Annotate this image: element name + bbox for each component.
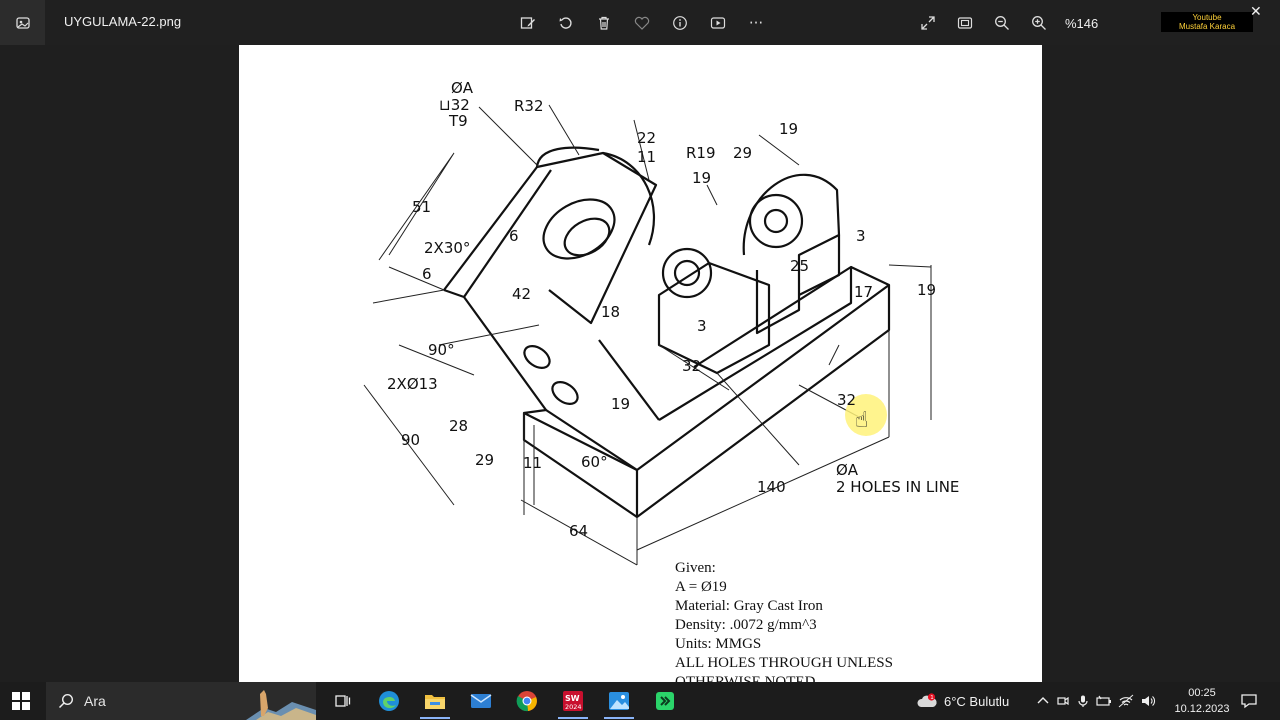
svg-text:SW: SW xyxy=(565,694,580,703)
dim-19-mid: 19 xyxy=(692,169,711,187)
edge-icon[interactable] xyxy=(366,682,412,720)
dim-r19: R19 xyxy=(686,144,716,162)
hand-cursor-icon: ☝ xyxy=(855,408,868,433)
photos-app-icon[interactable] xyxy=(0,0,45,45)
dim-3-right: 3 xyxy=(856,227,866,245)
zoom-level[interactable]: %146 xyxy=(1065,16,1098,31)
dim-phi-a-bottom: ØA xyxy=(836,461,859,479)
weather-text: 6°C Bulutlu xyxy=(944,693,1010,709)
dim-29-low: 29 xyxy=(475,451,494,469)
dim-6-b: 6 xyxy=(422,265,432,283)
file-explorer-icon[interactable] xyxy=(412,682,458,720)
given-a-value: A = Ø19 xyxy=(675,579,727,595)
title-bar: UYGULAMA-22.png ··· %146 Youtube Mustafa… xyxy=(0,0,1280,45)
dim-depth: T9 xyxy=(448,112,468,130)
taskbar-search[interactable]: Ara xyxy=(46,682,316,720)
watermark-badge: Youtube Mustafa Karaca xyxy=(1161,12,1253,32)
task-view-icon[interactable] xyxy=(320,682,366,720)
dim-19-top: 19 xyxy=(779,120,798,138)
taskbar-apps: SW 2024 xyxy=(320,682,688,720)
info-icon[interactable] xyxy=(665,8,695,38)
favorite-icon[interactable] xyxy=(627,8,657,38)
dim-90: 90 xyxy=(401,431,420,449)
clock-date: 10.12.2023 xyxy=(1174,703,1230,715)
dim-29: 29 xyxy=(733,144,752,162)
more-icon[interactable]: ··· xyxy=(741,8,771,38)
dim-3-mid: 3 xyxy=(697,317,707,335)
taskbar: Ara SW 2024 1 6°C Bulutlu 00:25 10.12.20… xyxy=(0,682,1280,720)
dim-64: 64 xyxy=(569,522,588,540)
view-toolbar: %146 xyxy=(913,8,1098,38)
weather-widget[interactable]: 1 6°C Bulutlu xyxy=(916,682,1009,720)
dim-18: 18 xyxy=(601,303,620,321)
given-holes-note: ALL HOLES THROUGH UNLESS xyxy=(675,655,893,671)
delete-icon[interactable] xyxy=(589,8,619,38)
dim-phi-a-top: ØA xyxy=(451,79,474,97)
search-icon xyxy=(58,693,74,709)
dim-28: 28 xyxy=(449,417,468,435)
dim-51: 51 xyxy=(412,198,431,216)
cloud-icon: 1 xyxy=(917,693,937,707)
system-tray xyxy=(1036,682,1156,720)
dim-42: 42 xyxy=(512,285,531,303)
close-button[interactable]: ✕ xyxy=(1250,4,1262,20)
dim-140: 140 xyxy=(757,478,786,496)
dim-chamfer: 2X30° xyxy=(424,239,470,257)
technical-drawing: ☝ ØA ⊔32 T9 R32 22 11 R19 29 19 19 51 2X… xyxy=(363,79,959,566)
zoom-in-icon[interactable] xyxy=(1024,8,1054,38)
dim-22: 22 xyxy=(637,129,656,147)
slideshow-icon[interactable] xyxy=(703,8,733,38)
given-notes: Given: A = Ø19 Material: Gray Cast Iron … xyxy=(675,559,893,682)
dim-32-a: 32 xyxy=(682,357,701,375)
given-density: Density: .0072 g/mm^3 xyxy=(675,617,817,633)
chevron-up-icon[interactable] xyxy=(1036,694,1050,708)
microphone-icon[interactable] xyxy=(1076,694,1090,708)
dim-19-low: 19 xyxy=(611,395,630,413)
dim-60-degrees: 60° xyxy=(581,453,608,471)
notifications-icon[interactable] xyxy=(1240,692,1258,714)
clock-time: 00:25 xyxy=(1188,687,1216,699)
dim-6-a: 6 xyxy=(509,227,519,245)
dim-32-b: 32 xyxy=(837,391,856,409)
expand-icon[interactable] xyxy=(913,8,943,38)
dim-90-degrees: 90° xyxy=(428,341,455,359)
dim-11-low: 11 xyxy=(523,454,542,472)
rotate-icon[interactable] xyxy=(551,8,581,38)
given-material: Material: Gray Cast Iron xyxy=(675,598,823,614)
battery-icon[interactable] xyxy=(1096,694,1112,708)
dim-19-right: 19 xyxy=(917,281,936,299)
fit-icon[interactable] xyxy=(950,8,980,38)
note-holes-in-line: 2 HOLES IN LINE xyxy=(836,478,959,496)
volume-icon[interactable] xyxy=(1140,694,1156,708)
image-canvas[interactable]: ☝ ØA ⊔32 T9 R32 22 11 R19 29 19 19 51 2X… xyxy=(239,45,1042,682)
solidworks-icon[interactable]: SW 2024 xyxy=(550,682,596,720)
weather-badge: 1 xyxy=(930,695,934,701)
screen-recorder-icon[interactable] xyxy=(642,682,688,720)
chrome-icon[interactable] xyxy=(504,682,550,720)
dim-r32: R32 xyxy=(514,97,544,115)
meet-icon[interactable] xyxy=(1056,694,1070,708)
search-label: Ara xyxy=(84,693,106,709)
wifi-icon[interactable] xyxy=(1118,694,1134,708)
search-highlight-illustration xyxy=(246,690,316,720)
given-heading: Given: xyxy=(675,560,716,576)
clock[interactable]: 00:25 10.12.2023 xyxy=(1172,685,1232,717)
given-units: Units: MMGS xyxy=(675,636,762,652)
watermark-line-2: Mustafa Karaca xyxy=(1178,22,1236,31)
dim-11-top: 11 xyxy=(637,148,656,166)
given-holes-note-cont: OTHERWISE NOTED xyxy=(675,674,816,682)
watermark-line-1: Youtube xyxy=(1192,13,1222,22)
main-toolbar: ··· xyxy=(513,8,771,38)
zoom-out-icon[interactable] xyxy=(987,8,1017,38)
dim-2x-phi-13: 2XØ13 xyxy=(387,375,438,393)
mail-icon[interactable] xyxy=(458,682,504,720)
photos-icon[interactable] xyxy=(596,682,642,720)
solidworks-year: 2024 xyxy=(565,703,582,711)
edit-image-icon[interactable] xyxy=(513,8,543,38)
dim-25: 25 xyxy=(790,257,809,275)
windows-start-icon[interactable] xyxy=(12,692,30,710)
dim-17: 17 xyxy=(854,283,873,301)
file-name: UYGULAMA-22.png xyxy=(64,14,182,29)
